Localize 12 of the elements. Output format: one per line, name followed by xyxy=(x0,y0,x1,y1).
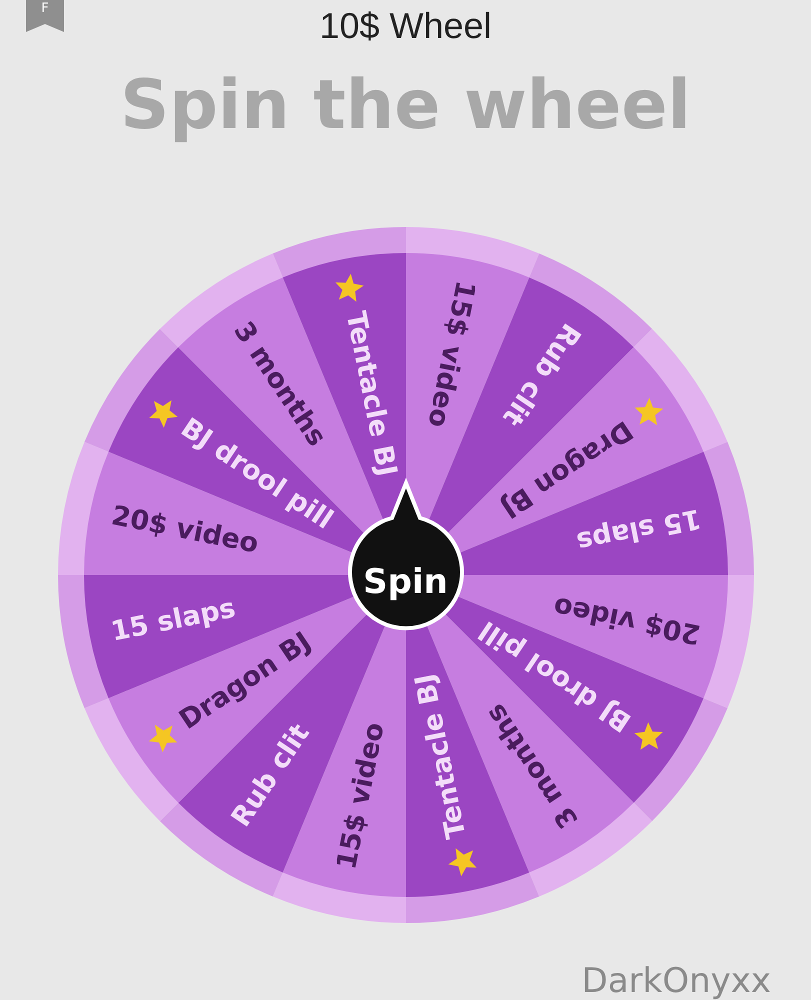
segment-label: 15$ video xyxy=(420,278,480,430)
segment-label: 20$ video xyxy=(108,500,260,560)
window-title: 10$ Wheel xyxy=(319,8,492,44)
segment-label: 20$ video xyxy=(550,590,703,650)
segment-label: 15 slaps xyxy=(108,592,238,648)
segment-label: 15 slaps xyxy=(573,502,703,558)
page-heading: Spin the wheel xyxy=(120,72,691,140)
segment-label: Tentacle BJ xyxy=(408,671,472,842)
segment-label: Tentacle BJ xyxy=(339,308,402,479)
segment-label: 15$ video xyxy=(330,720,390,872)
username: DarkOnyxx xyxy=(582,964,771,998)
bookmark-letter: F xyxy=(41,0,49,15)
